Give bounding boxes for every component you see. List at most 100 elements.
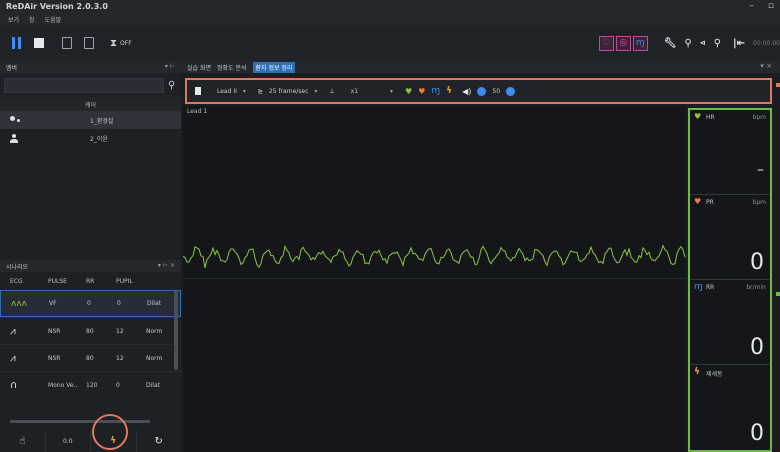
search-input[interactable] [4, 77, 164, 93]
vital-hr: ♥ HR bpm – [690, 110, 770, 195]
edge-marker [776, 292, 780, 296]
lungs-monitor-button[interactable]: ɱ [632, 35, 648, 51]
chart-speed-icon: ⊵ [257, 87, 263, 95]
pause-icon [12, 37, 22, 49]
vital-rr: ɱ RR br/min 0 [690, 280, 770, 365]
ecg-waveform [183, 244, 686, 269]
pause-button[interactable] [10, 36, 24, 50]
member-panel: 멤버 ▾ ⊢ ⚲ 케어 1_환경설 2_이윤 시나리오 ▾ ⊢ × ECG PU… [0, 61, 181, 452]
scale-value: x1 [350, 87, 359, 95]
scenario-actions: ☝ 0.0 ϟ ↻ [0, 430, 181, 452]
col-rr: RR [86, 277, 95, 285]
vital-unit: bpm [752, 199, 766, 206]
zoom-out-icon[interactable]: ⚲ [714, 38, 721, 49]
menu-help[interactable]: 도움말 [45, 15, 62, 24]
cell-ecg: NSR [48, 354, 61, 362]
gauge-icon: ◎ [619, 38, 628, 48]
speaker-icon[interactable]: ◀) [462, 87, 471, 96]
report2-button[interactable] [82, 36, 96, 50]
scale-icon: ⊥ [329, 87, 335, 95]
zoom-in-icon[interactable]: ⚲ [684, 38, 691, 49]
nsr-wave-icon: ⩘ [10, 325, 16, 337]
stop-button[interactable] [32, 36, 46, 50]
cell-rr: 0 [117, 300, 121, 307]
vital-name: RR [706, 284, 715, 291]
list-item-name: 1_환경설 [90, 117, 114, 125]
cell-pulse: 0 [87, 300, 91, 307]
vital-pr: ♥ PR bpm 0 [690, 195, 770, 280]
scenario-panel-title: 시나리오 [6, 263, 29, 271]
chevron-down-icon: ▾ [242, 87, 246, 95]
ecg-display: Lead 1 [183, 106, 686, 452]
highlight-circle [92, 414, 128, 450]
vital-unit: br/min [746, 284, 766, 291]
lead-select[interactable]: Lead II ▾ [217, 88, 246, 95]
close-icon[interactable]: ▾ × [760, 62, 772, 70]
hand-icon: ☝ [19, 435, 26, 447]
volume-down-icon[interactable] [477, 86, 487, 96]
wrench-icon[interactable]: 🔧︎ [664, 38, 677, 49]
volume-up-icon[interactable] [506, 86, 516, 96]
off-label: OFF [120, 39, 132, 47]
col-pupil: PUPIL [116, 277, 133, 285]
sound-toggle[interactable]: ⧗ OFF [110, 36, 132, 50]
tab-practice[interactable]: 실습 화면 [187, 63, 211, 72]
horizontal-scrollbar[interactable] [10, 420, 150, 423]
vf-wave-icon: ʌʌʌ [11, 298, 27, 309]
edge-marker [776, 83, 780, 87]
speed-select[interactable]: 25 frame/sec ▾ [269, 88, 318, 95]
heart-icon: ♡ [602, 38, 611, 48]
lead-label: Lead 1 [187, 108, 208, 115]
lungs-icon[interactable]: ɱ [431, 86, 440, 96]
cpr-button[interactable]: ☝ [0, 430, 46, 452]
bolt-icon: ϟ [694, 367, 700, 377]
col-ecg: ECG [10, 277, 23, 285]
col-pulse: PULSE [48, 277, 67, 285]
search-icon[interactable]: ⚲ [168, 80, 175, 91]
vital-name: HR [706, 114, 715, 121]
reset-icon[interactable]: ⊲ [700, 39, 706, 47]
jump-start-icon[interactable]: |⇤ [733, 38, 745, 49]
mono-vt-wave-icon: ∩ [10, 379, 18, 391]
cell-pulse: 80 [86, 327, 94, 335]
scenario-panel: 시나리오 ▾ ⊢ × ECG PULSE RR PUPIL ʌʌʌ VF 0 0… [0, 260, 181, 452]
maximize-icon[interactable]: ▫ [768, 1, 774, 11]
stop-icon [34, 38, 44, 48]
time-display: 00:00:00 [753, 39, 780, 47]
list-item[interactable]: 1_환경설 [0, 111, 181, 129]
heart-green-icon[interactable]: ♥ [405, 87, 412, 96]
menu-window[interactable]: 창 [29, 15, 35, 24]
refresh-button[interactable]: ↻ [137, 430, 182, 452]
vital-value: 0 [750, 250, 764, 275]
lungs-icon: ɱ [694, 282, 703, 292]
list-item[interactable]: 2_이윤 [0, 129, 181, 147]
pulse-monitor-button[interactable]: ◎ [615, 35, 631, 51]
table-row[interactable]: ʌʌʌ VF 0 0 Dilat [0, 290, 181, 317]
pin-icon[interactable]: ▾ ⊢ [165, 63, 175, 70]
cell-ecg: VF [49, 300, 57, 307]
scenario-columns: ECG PULSE RR PUPIL [0, 272, 181, 290]
heart-orange-icon[interactable]: ♥ [418, 87, 425, 96]
cell-pupil: Norm [146, 354, 163, 362]
bolt-icon[interactable]: ϟ [446, 86, 452, 96]
report-button[interactable] [60, 36, 74, 50]
panel-options-icon[interactable]: ▾ ⊢ × [158, 262, 175, 269]
vital-name: 제세동 [706, 371, 723, 378]
minimize-icon[interactable]: – [749, 1, 754, 11]
chevron-down-icon: ▾ [390, 87, 394, 95]
heart-monitor-button[interactable]: ♡ [598, 35, 614, 51]
table-row[interactable]: ∩ Mono Ve.. 120 0 Dilat [0, 371, 181, 398]
tab-patient-info[interactable]: 환자 정보 정리 [252, 61, 296, 73]
window-controls: – ▫ [749, 1, 774, 11]
count-cell: 0.0 [46, 430, 91, 452]
heart-icon: ♥ [694, 197, 702, 206]
vertical-scrollbar[interactable] [174, 290, 178, 370]
table-row[interactable]: ⩘ NSR 80 12 Norm [0, 317, 181, 344]
tab-accuracy[interactable]: 정확도 분석 [217, 63, 247, 72]
scale-select[interactable]: x1 ▾ [351, 88, 393, 95]
table-row[interactable]: ⩘ NSR 80 12 Norm [0, 344, 181, 371]
cell-pulse: 120 [86, 381, 98, 389]
tab-bar: 실습 화면 정확도 분석 환자 정보 정리 ▾ × [181, 61, 780, 73]
ecg-divider [183, 278, 686, 279]
menu-view[interactable]: 보기 [8, 15, 19, 24]
